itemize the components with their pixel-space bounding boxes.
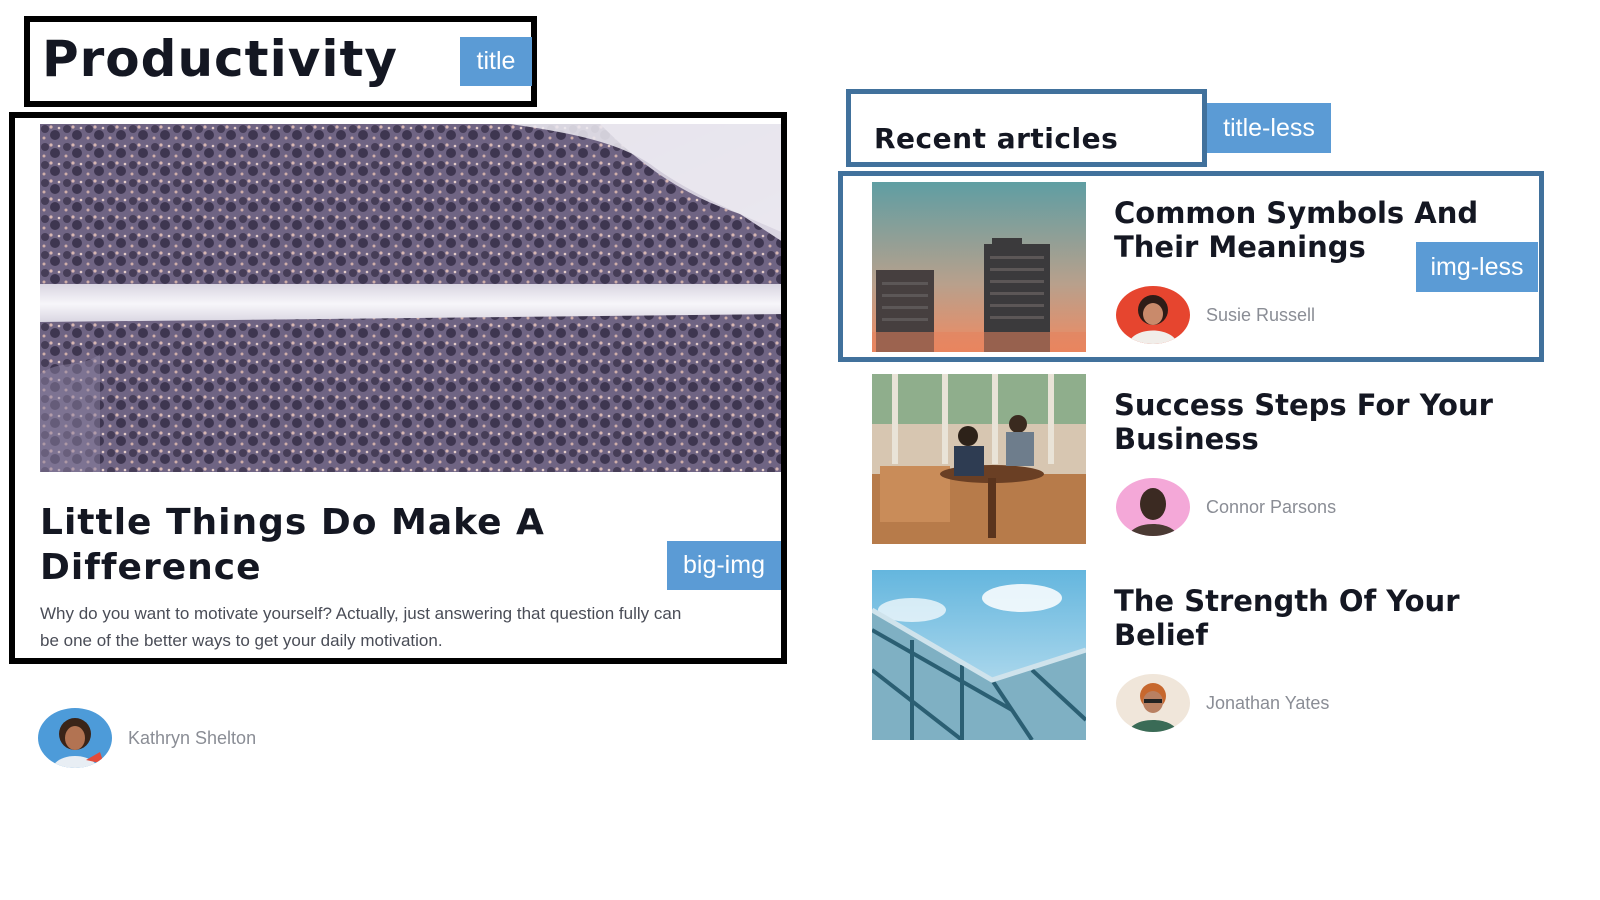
recent-article-author[interactable]: Connor Parsons [1116,478,1336,536]
author-avatar [1116,478,1190,536]
img-less-annotation-tag: img-less [1416,242,1538,292]
recent-article-title[interactable]: Success Steps For Your Business [1114,388,1554,456]
recent-article-thumbnail[interactable] [872,570,1086,740]
title-less-annotation-tag: title-less [1207,103,1331,153]
big-img-annotation-tag: big-img [667,541,781,590]
recent-article-card[interactable]: Success Steps For Your Business Connor P… [872,374,1562,544]
recent-article-thumbnail[interactable] [872,374,1086,544]
author-name: Jonathan Yates [1206,692,1330,713]
recent-article-title[interactable]: The Strength Of Your Belief [1114,584,1554,652]
author-avatar [1116,674,1190,732]
title-less-annotation-box [846,89,1207,167]
author-avatar [38,708,112,768]
title-annotation-tag: title [460,37,532,86]
recent-article-card[interactable]: The Strength Of Your Belief Jonathan Yat… [872,570,1562,740]
featured-article-author[interactable]: Kathryn Shelton [38,708,256,768]
author-name: Kathryn Shelton [128,727,257,748]
recent-article-author[interactable]: Jonathan Yates [1116,674,1329,732]
author-name: Connor Parsons [1206,496,1337,517]
